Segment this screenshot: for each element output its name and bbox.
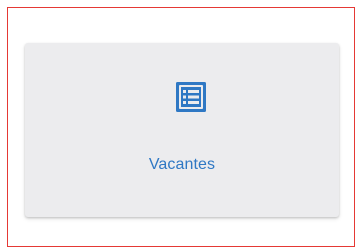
list-icon	[176, 82, 206, 112]
tile-label: Vacantes	[148, 156, 216, 173]
vacantes-tile[interactable]: Vacantes	[25, 43, 339, 217]
